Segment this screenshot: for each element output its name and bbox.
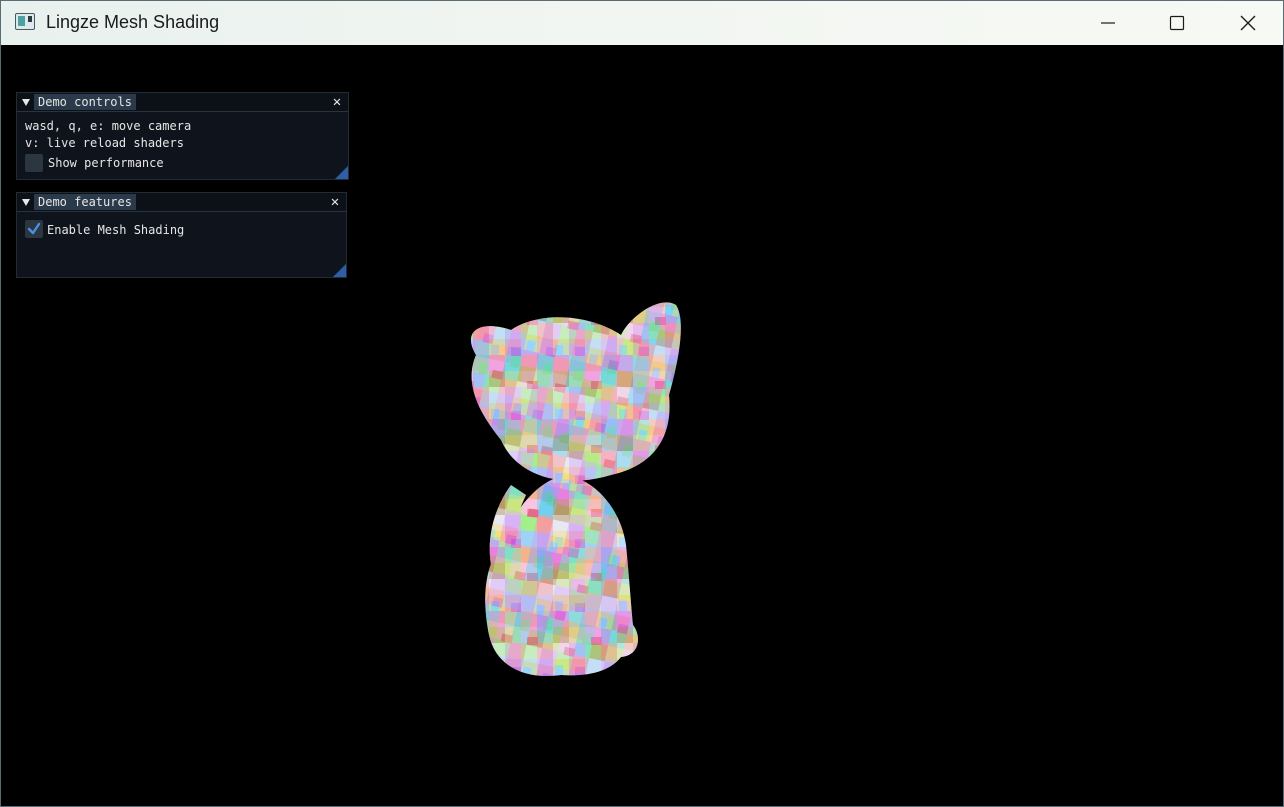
show-performance-checkbox[interactable] <box>25 154 43 172</box>
demo-features-close-icon[interactable]: ✕ <box>328 194 342 210</box>
demo-features-panel: Demo features ✕ Enable Mesh Shading <box>16 192 347 278</box>
app-window-icon <box>15 13 35 30</box>
demo-controls-header[interactable]: Demo controls ✕ <box>17 93 348 112</box>
close-icon <box>1240 15 1256 31</box>
enable-mesh-shading-label[interactable]: Enable Mesh Shading <box>47 223 184 237</box>
maximize-button[interactable] <box>1142 1 1212 45</box>
demo-controls-close-icon[interactable]: ✕ <box>330 94 344 110</box>
collapse-arrow-icon[interactable] <box>22 99 30 106</box>
reload-hint-text: v: live reload shaders <box>25 136 184 150</box>
demo-controls-panel: Demo controls ✕ wasd, q, e: move camera … <box>16 92 349 180</box>
resize-grip[interactable] <box>335 166 348 179</box>
window-title: Lingze Mesh Shading <box>46 12 220 32</box>
minimize-button[interactable] <box>1073 1 1143 45</box>
render-viewport[interactable]: Demo controls ✕ wasd, q, e: move camera … <box>1 45 1283 806</box>
title-bar[interactable]: Lingze Mesh Shading <box>1 1 1283 45</box>
demo-controls-title[interactable]: Demo controls <box>34 94 136 110</box>
collapse-arrow-icon[interactable] <box>22 199 30 206</box>
close-button[interactable] <box>1213 1 1283 45</box>
camera-hint-text: wasd, q, e: move camera <box>25 119 192 133</box>
checkmark-icon <box>27 222 41 235</box>
enable-mesh-shading-checkbox[interactable] <box>25 220 43 238</box>
show-performance-label[interactable]: Show performance <box>48 156 164 170</box>
demo-features-header[interactable]: Demo features ✕ <box>17 193 346 212</box>
app-window: Lingze Mesh Shading Demo controls ✕ wasd… <box>0 0 1284 807</box>
maximize-icon <box>1169 15 1185 31</box>
demo-features-title[interactable]: Demo features <box>34 194 136 210</box>
minimize-icon <box>1101 22 1115 24</box>
resize-grip[interactable] <box>333 264 346 277</box>
meshlet-cat-model <box>470 302 681 677</box>
